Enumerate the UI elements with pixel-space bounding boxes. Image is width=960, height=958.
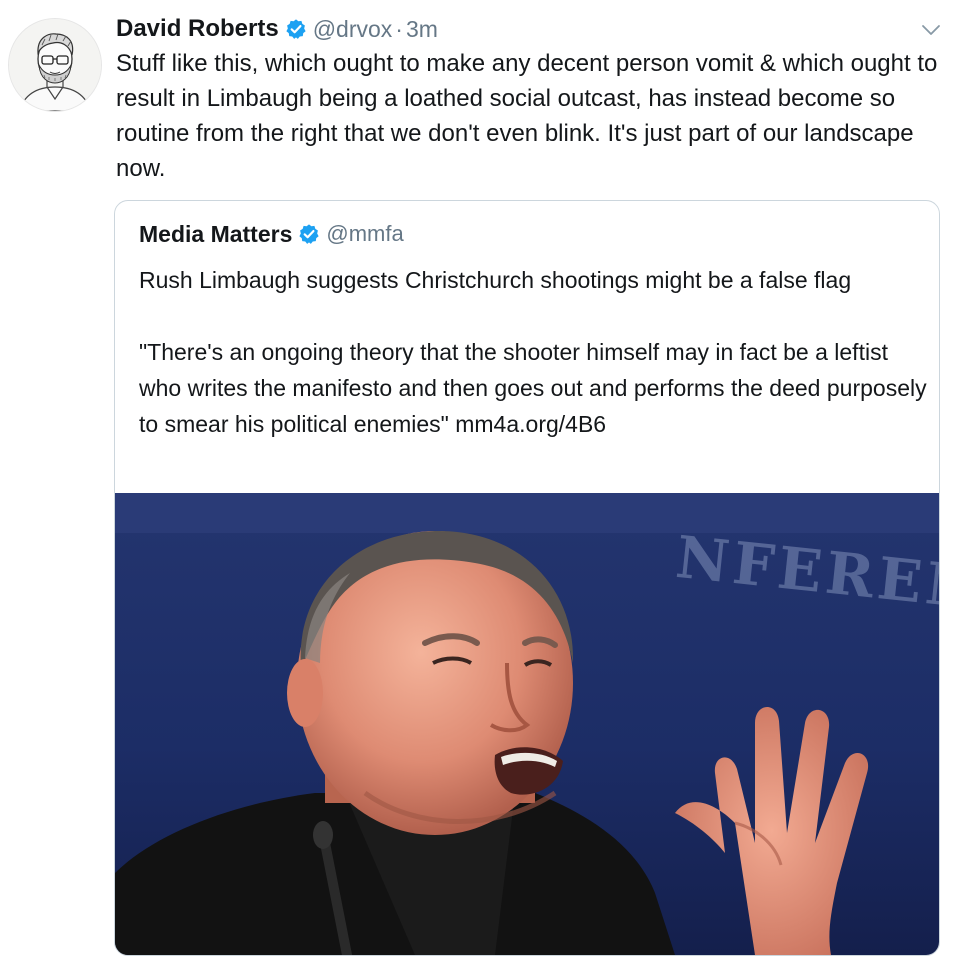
author-name[interactable]: David Roberts	[116, 15, 279, 43]
quoted-tweet-headline: Rush Limbaugh suggests Christchurch shoo…	[139, 267, 852, 293]
speaker-photo: NFERENC	[115, 493, 939, 955]
author-avatar[interactable]	[8, 18, 102, 112]
avatar-sketch-portrait	[9, 19, 101, 111]
quoted-tweet-header: Media Matters @mmfa	[139, 217, 404, 251]
verified-badge-icon	[285, 18, 307, 40]
tweet-header: David Roberts @drvox · 3m	[116, 12, 438, 46]
chevron-down-icon[interactable]	[920, 22, 942, 38]
quoted-author-handle[interactable]: @mmfa	[326, 221, 403, 247]
tweet-timestamp[interactable]: 3m	[406, 16, 438, 43]
quoted-tweet-card[interactable]: Media Matters @mmfa Rush Limbaugh sugges…	[114, 200, 940, 956]
tweet-text: Stuff like this, which ought to make any…	[116, 50, 938, 182]
author-handle[interactable]: @drvox	[313, 16, 393, 43]
quoted-tweet-quote: "There's an ongoing theory that the shoo…	[139, 339, 927, 437]
tweet[interactable]: David Roberts @drvox · 3m Stuff like thi…	[0, 0, 960, 958]
quoted-tweet-text: Rush Limbaugh suggests Christchurch shoo…	[139, 262, 929, 442]
quoted-author-name[interactable]: Media Matters	[139, 221, 292, 248]
quoted-tweet-photo[interactable]: NFERENC	[115, 493, 939, 955]
header-separator: ·	[395, 15, 403, 42]
verified-badge-icon	[298, 223, 320, 245]
